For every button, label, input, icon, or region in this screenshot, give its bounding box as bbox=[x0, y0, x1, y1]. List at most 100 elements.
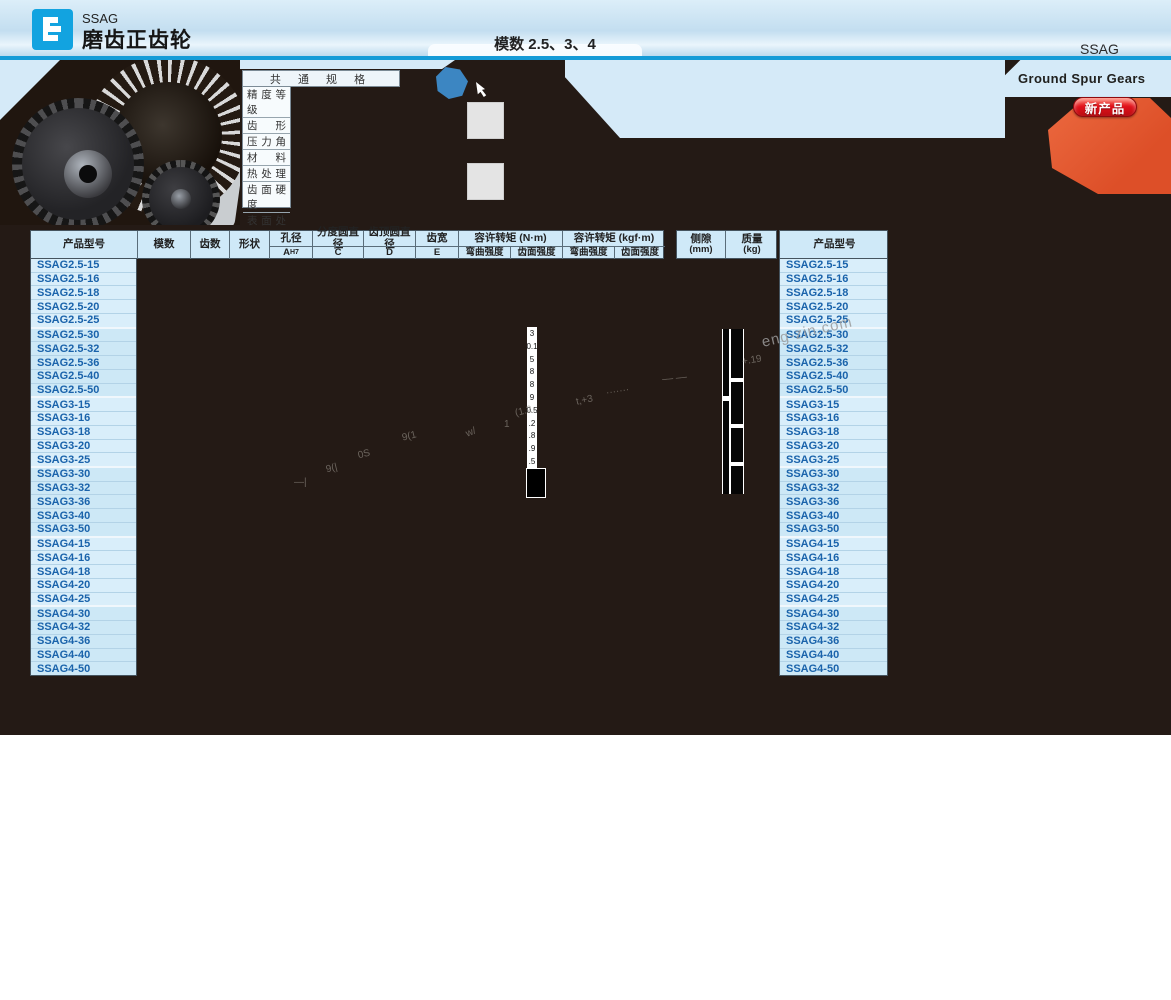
product-code-link[interactable]: SSAG2.5-25 bbox=[31, 314, 136, 329]
product-code-link[interactable]: SSAG3-36 bbox=[31, 495, 136, 509]
col-surface-nm: 齿面强度 bbox=[510, 246, 562, 259]
product-code-link[interactable]: SSAG4-25 bbox=[31, 593, 136, 608]
product-code-link[interactable]: SSAG4-36 bbox=[780, 635, 887, 649]
page-title: 磨齿正齿轮 bbox=[82, 24, 192, 54]
residual-digit-strip: 30.158890.5.2.8.9.5 bbox=[527, 327, 537, 468]
col-pitch-symbol: C bbox=[312, 246, 363, 259]
product-code-link[interactable]: SSAG2.5-18 bbox=[31, 286, 136, 300]
product-code-link[interactable]: SSAG2.5-15 bbox=[31, 259, 136, 273]
spec-label-row: 精度等级 bbox=[243, 87, 290, 117]
product-code-link[interactable]: SSAG4-15 bbox=[31, 538, 136, 552]
product-code-link[interactable]: SSAG2.5-50 bbox=[31, 384, 136, 399]
product-code-link[interactable]: SSAG2.5-20 bbox=[31, 300, 136, 314]
product-code-link[interactable]: SSAG4-50 bbox=[780, 662, 887, 675]
sky-area bbox=[565, 60, 1005, 138]
gear-product-photo bbox=[0, 60, 240, 225]
brand-logo bbox=[32, 9, 73, 50]
product-code-link[interactable]: SSAG2.5-16 bbox=[31, 273, 136, 287]
product-code-link[interactable]: SSAG3-16 bbox=[780, 412, 887, 426]
col-mass: 质量 (kg) bbox=[725, 231, 778, 258]
product-code-link[interactable]: SSAG4-40 bbox=[31, 649, 136, 663]
table-header-backlash-mass: 侧隙 (mm) 质量 (kg) bbox=[676, 230, 777, 259]
product-code-link[interactable]: SSAG2.5-40 bbox=[31, 370, 136, 384]
product-code-link[interactable]: SSAG3-25 bbox=[780, 453, 887, 468]
product-code-link[interactable]: SSAG4-30 bbox=[780, 607, 887, 621]
col-pitch-dia: 分度圆直径 bbox=[312, 231, 363, 246]
col-module: 模数 bbox=[137, 231, 190, 259]
product-code-link[interactable]: SSAG3-18 bbox=[31, 426, 136, 440]
spec-label-row: 齿面硬度 bbox=[243, 181, 290, 212]
col-bending-nm: 弯曲强度 bbox=[458, 246, 510, 259]
product-code-link[interactable]: SSAG3-40 bbox=[780, 509, 887, 523]
product-code-link[interactable]: SSAG3-25 bbox=[31, 453, 136, 468]
series-code-right: SSAG bbox=[1080, 41, 1119, 57]
product-code-link[interactable]: SSAG4-15 bbox=[780, 538, 887, 552]
product-code-link[interactable]: SSAG4-20 bbox=[31, 579, 136, 593]
product-code-link[interactable]: SSAG3-20 bbox=[780, 440, 887, 454]
col-face-width: 齿宽 bbox=[415, 231, 458, 246]
col-surface-kgf: 齿面强度 bbox=[614, 246, 665, 259]
product-code-link[interactable]: SSAG3-18 bbox=[780, 426, 887, 440]
product-code-link[interactable]: SSAG4-25 bbox=[780, 593, 887, 608]
product-code-link[interactable]: SSAG4-16 bbox=[31, 551, 136, 565]
common-spec-title: 共 通 规 格 bbox=[242, 70, 400, 87]
product-code-link[interactable]: SSAG4-18 bbox=[31, 565, 136, 579]
col-torque-nm: 容许转矩 (N·m) bbox=[458, 231, 562, 246]
product-code-link[interactable]: SSAG3-20 bbox=[31, 440, 136, 454]
product-code-link[interactable]: SSAG3-30 bbox=[780, 468, 887, 482]
product-code-link[interactable]: SSAG2.5-30 bbox=[31, 329, 136, 343]
product-code-link[interactable]: SSAG4-30 bbox=[31, 607, 136, 621]
col-torque-kgf: 容许转矩 (kgf·m) bbox=[562, 231, 665, 246]
col-backlash: 侧隙 (mm) bbox=[677, 231, 725, 258]
product-code-link[interactable]: SSAG2.5-36 bbox=[780, 356, 887, 370]
col-tip-symbol: D bbox=[363, 246, 415, 259]
col-face-symbol: E bbox=[415, 246, 458, 259]
residual-black-block bbox=[526, 468, 546, 498]
product-code-link[interactable]: SSAG3-30 bbox=[31, 468, 136, 482]
spec-label-row: 材料 bbox=[243, 149, 290, 165]
product-code-link[interactable]: SSAG2.5-32 bbox=[31, 342, 136, 356]
product-code-link[interactable]: SSAG3-50 bbox=[31, 523, 136, 538]
product-code-link[interactable]: SSAG3-16 bbox=[31, 412, 136, 426]
gear-rack-icon bbox=[40, 15, 66, 45]
product-code-link[interactable]: SSAG3-40 bbox=[31, 509, 136, 523]
spec-label-row: 齿形 bbox=[243, 117, 290, 133]
col-teeth: 齿数 bbox=[190, 231, 229, 259]
product-code-link[interactable]: SSAG3-32 bbox=[31, 482, 136, 496]
product-code-link[interactable]: SSAG2.5-50 bbox=[780, 384, 887, 399]
product-code-link[interactable]: SSAG2.5-20 bbox=[780, 300, 887, 314]
product-code-link[interactable]: SSAG4-18 bbox=[780, 565, 887, 579]
table-header-right: 产品型号 bbox=[779, 230, 888, 259]
col-product-right: 产品型号 bbox=[780, 231, 889, 258]
product-code-link[interactable]: SSAG2.5-40 bbox=[780, 370, 887, 384]
product-code-link[interactable]: SSAG2.5-32 bbox=[780, 342, 887, 356]
residual-mark: 1 bbox=[504, 419, 510, 430]
table-header-left: 产品型号 模数 齿数 形状 孔径 分度圆直径 齿顶圆直径 齿宽 容许转矩 (N·… bbox=[30, 230, 664, 259]
common-spec-labels: 精度等级齿形压力角材料热处理齿面硬度表面处理 bbox=[242, 87, 291, 208]
product-code-link[interactable]: SSAG4-32 bbox=[31, 621, 136, 635]
col-bore-symbol: AH7 bbox=[269, 246, 312, 259]
gear-image-large bbox=[12, 98, 144, 225]
sky-strip bbox=[240, 60, 455, 69]
product-code-link[interactable]: SSAG3-32 bbox=[780, 482, 887, 496]
product-code-link[interactable]: SSAG4-20 bbox=[780, 579, 887, 593]
product-code-link[interactable]: SSAG4-40 bbox=[780, 649, 887, 663]
product-code-link[interactable]: SSAG2.5-36 bbox=[31, 356, 136, 370]
page-header: SSAG 磨齿正齿轮 模数 2.5、3、4 SSAG bbox=[0, 0, 1171, 56]
product-code-link[interactable]: SSAG3-15 bbox=[780, 398, 887, 412]
product-code-link[interactable]: SSAG4-32 bbox=[780, 621, 887, 635]
col-bending-kgf: 弯曲强度 bbox=[562, 246, 614, 259]
product-code-link[interactable]: SSAG2.5-16 bbox=[780, 273, 887, 287]
product-code-column-left: SSAG2.5-15SSAG2.5-16SSAG2.5-18SSAG2.5-20… bbox=[30, 259, 137, 676]
product-code-link[interactable]: SSAG4-50 bbox=[31, 662, 136, 675]
photo-placeholder-square bbox=[467, 163, 504, 200]
product-code-link[interactable]: SSAG4-16 bbox=[780, 551, 887, 565]
product-code-link[interactable]: SSAG3-36 bbox=[780, 495, 887, 509]
product-code-link[interactable]: SSAG4-36 bbox=[31, 635, 136, 649]
product-code-link[interactable]: SSAG3-15 bbox=[31, 398, 136, 412]
product-code-link[interactable]: SSAG3-50 bbox=[780, 523, 887, 538]
product-code-link[interactable]: SSAG2.5-18 bbox=[780, 286, 887, 300]
english-product-title: Ground Spur Gears bbox=[1018, 71, 1145, 86]
new-product-badge: 新产品 bbox=[1073, 97, 1137, 117]
product-code-link[interactable]: SSAG2.5-15 bbox=[780, 259, 887, 273]
